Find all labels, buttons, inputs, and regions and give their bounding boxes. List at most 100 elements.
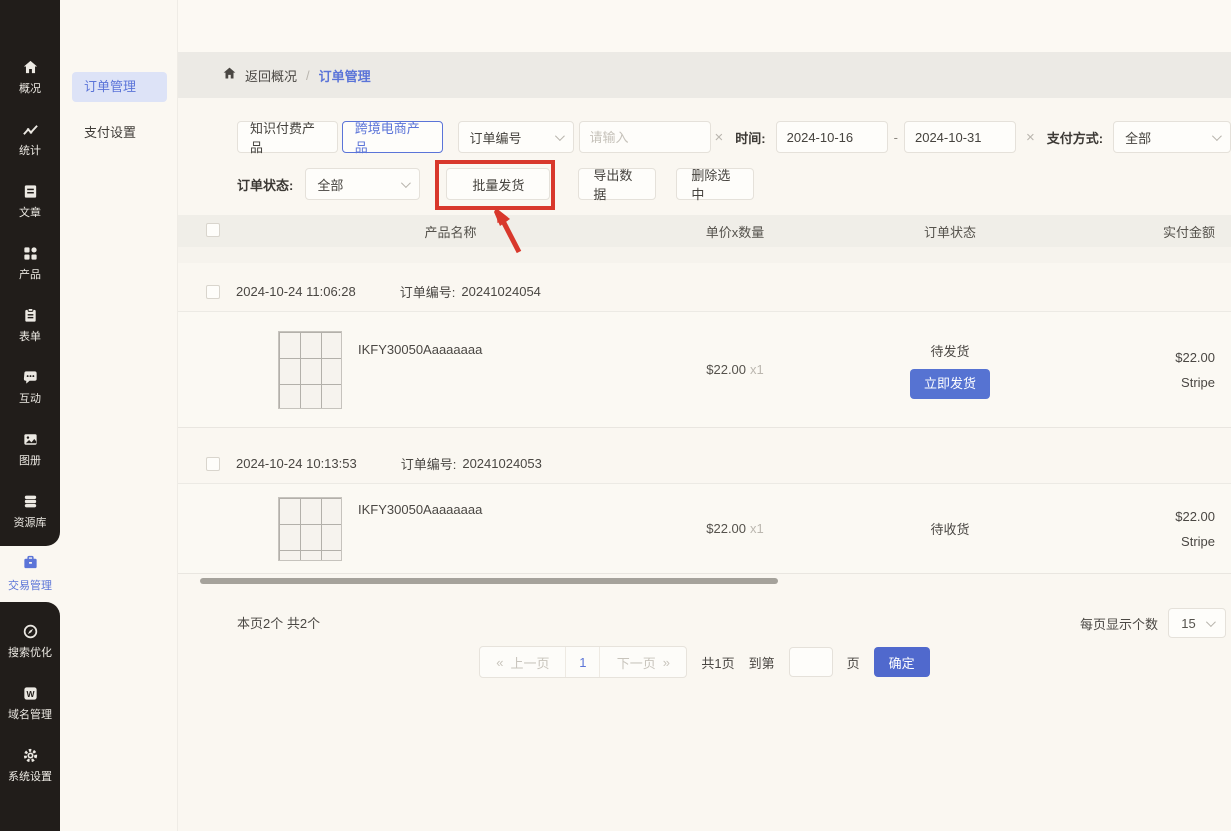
sidebar-item-label: 文章 <box>19 204 41 220</box>
sidebar-item-label: 域名管理 <box>8 706 52 722</box>
chevron-down-icon <box>1206 617 1216 627</box>
time-filter-label: 时间: <box>735 128 765 147</box>
sidebar-item-gallery[interactable]: 图册 <box>0 418 60 480</box>
ship-now-button[interactable]: 立即发货 <box>910 369 990 399</box>
sidebar-dark-top: 概况 统计 文章 产品 表单 互动 图册 资源库 <box>0 0 60 546</box>
next-page-button[interactable]: 下一页 » <box>600 647 686 677</box>
submenu-panel: 订单管理 支付设置 <box>60 0 178 831</box>
sidebar-item-interaction[interactable]: 互动 <box>0 356 60 418</box>
search-input[interactable] <box>579 121 711 153</box>
sidebar-item-label: 搜索优化 <box>8 644 52 660</box>
sidebar-item-products[interactable]: 产品 <box>0 232 60 294</box>
payment-method: Stripe <box>1065 370 1215 395</box>
top-strip <box>178 0 1231 52</box>
gallery-icon <box>22 431 39 448</box>
order-item-row: IKFY30050Aaaaaaaa $22.00x1 待收货 $22.00 St… <box>178 484 1231 574</box>
sidebar-item-forms[interactable]: 表单 <box>0 294 60 356</box>
goto-page-input[interactable] <box>789 647 833 677</box>
home-icon <box>22 59 39 76</box>
trade-icon <box>22 554 39 574</box>
product-thumbnail <box>278 497 342 561</box>
date-from-input[interactable] <box>776 121 888 153</box>
order-status-select[interactable]: 全部 <box>305 168 420 200</box>
order-status: 待发货 <box>835 341 1065 360</box>
sidebar-item-stats[interactable]: 统计 <box>0 108 60 170</box>
sidebar-item-label: 系统设置 <box>8 768 52 784</box>
order-group-header: 2024-10-24 10:13:53 订单编号: 20241024053 <box>178 444 1231 484</box>
sidebar-item-label: 统计 <box>19 142 41 158</box>
payment-filter-label: 支付方式: <box>1047 128 1103 147</box>
date-to-input[interactable] <box>904 121 1016 153</box>
sidebar-item-label: 产品 <box>19 266 41 282</box>
order-field-select[interactable]: 订单编号 <box>458 121 574 153</box>
order-number-label: 订单编号: <box>401 454 457 473</box>
order-checkbox[interactable] <box>206 285 220 299</box>
sidebar-item-articles[interactable]: 文章 <box>0 170 60 232</box>
quantity: x1 <box>750 362 764 377</box>
quantity: x1 <box>750 521 764 536</box>
chevron-down-icon <box>554 131 564 141</box>
home-icon <box>222 66 245 84</box>
sidebar-item-label: 表单 <box>19 328 41 344</box>
order-number: 20241024054 <box>461 284 541 299</box>
page-unit-label: 页 <box>847 653 860 672</box>
sidebar-item-domain[interactable]: W 域名管理 <box>0 672 60 734</box>
submenu-item-payment-settings[interactable]: 支付设置 <box>84 122 177 141</box>
form-icon <box>22 307 39 324</box>
per-page-select[interactable]: 15 <box>1168 608 1226 638</box>
main-content: 返回概况 / 订单管理 知识付费产品 跨境电商产品 订单编号 × 时间: - ×… <box>178 0 1231 831</box>
clear-date-icon[interactable]: × <box>1022 129 1039 146</box>
sidebar-item-label: 资源库 <box>14 514 47 530</box>
goto-page-label: 到第 <box>749 653 775 672</box>
horizontal-scrollbar[interactable] <box>200 578 778 584</box>
col-order-status: 订单状态 <box>835 222 1065 241</box>
breadcrumb-back-link[interactable]: 返回概况 <box>245 66 297 85</box>
unit-price: $22.00 <box>706 362 746 377</box>
batch-ship-button[interactable]: 批量发货 <box>446 168 550 200</box>
table-header-substrip <box>178 247 1231 263</box>
delete-selected-button[interactable]: 删除选中 <box>676 168 754 200</box>
interaction-icon <box>22 369 39 386</box>
paid-amount: $22.00 <box>1065 504 1215 529</box>
sidebar-item-label: 互动 <box>19 390 41 406</box>
product-thumbnail <box>278 331 342 409</box>
order-checkbox[interactable] <box>206 457 220 471</box>
unit-price: $22.00 <box>706 521 746 536</box>
select-all-checkbox[interactable] <box>206 223 220 237</box>
payment-method-select[interactable]: 全部 <box>1113 121 1231 153</box>
table-header: 产品名称 单价x数量 订单状态 实付金额 <box>178 215 1231 247</box>
prev-page-button[interactable]: « 上一页 <box>480 647 566 677</box>
current-page-button[interactable]: 1 <box>566 647 600 677</box>
products-icon <box>22 245 39 262</box>
tab-crossborder-products[interactable]: 跨境电商产品 <box>342 121 443 153</box>
sidebar-item-seo[interactable]: 搜索优化 <box>0 610 60 672</box>
chevron-down-icon <box>401 178 411 188</box>
sidebar-item-resources[interactable]: 资源库 <box>0 480 60 542</box>
filter-row-2: 订单状态: 全部 批量发货 导出数据 删除选中 <box>237 168 754 200</box>
confirm-button[interactable]: 确定 <box>874 647 930 677</box>
sidebar-item-label: 交易管理 <box>8 577 52 593</box>
sidebar-item-transactions[interactable]: 交易管理 <box>0 545 60 602</box>
resource-icon <box>22 493 39 510</box>
svg-text:W: W <box>26 688 35 698</box>
order-datetime: 2024-10-24 10:13:53 <box>236 456 357 471</box>
order-number-label: 订单编号: <box>400 282 456 301</box>
chevron-down-icon <box>1212 131 1222 141</box>
submenu-item-order-management[interactable]: 订单管理 <box>72 72 167 102</box>
sidebar-item-settings[interactable]: 系统设置 <box>0 734 60 796</box>
order-group: 2024-10-24 11:06:28 订单编号: 20241024054 IK… <box>178 272 1231 428</box>
page-count-summary: 本页2个 共2个 <box>237 613 320 632</box>
per-page-control: 每页显示个数 15 <box>1080 608 1226 638</box>
pager-box: « 上一页 1 下一页 » <box>479 646 687 678</box>
export-data-button[interactable]: 导出数据 <box>578 168 656 200</box>
tab-knowledge-products[interactable]: 知识付费产品 <box>237 121 338 153</box>
date-range-separator: - <box>894 130 898 145</box>
sidebar-item-overview[interactable]: 概况 <box>0 46 60 108</box>
order-item-row: IKFY30050Aaaaaaaa $22.00x1 待发货 立即发货 $22.… <box>178 312 1231 428</box>
sidebar-dark-bottom: 搜索优化 W 域名管理 系统设置 <box>0 602 60 831</box>
clear-search-icon[interactable]: × <box>711 129 728 146</box>
breadcrumb-separator: / <box>306 68 310 83</box>
paid-amount: $22.00 <box>1065 345 1215 370</box>
col-paid-amount: 实付金额 <box>1065 222 1231 241</box>
order-number: 20241024053 <box>462 456 542 471</box>
